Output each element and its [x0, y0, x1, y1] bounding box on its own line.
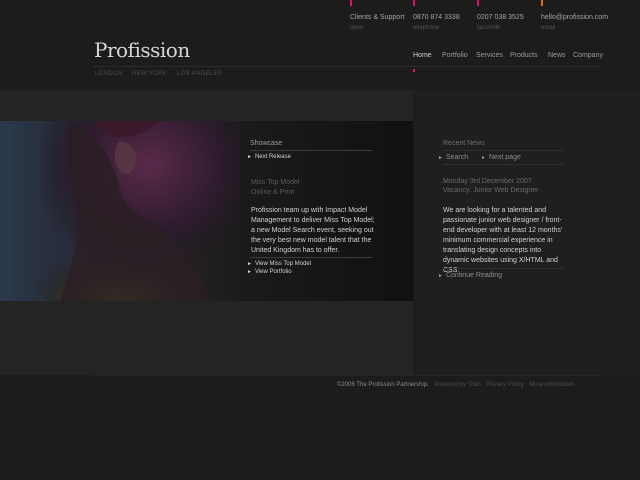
footer-link-more-info[interactable]: More information — [529, 382, 574, 388]
nav-news[interactable]: News — [548, 52, 566, 59]
nav-home[interactable]: Home — [413, 52, 432, 59]
arrow-right-icon: ► — [481, 155, 486, 161]
arrow-right-icon: ► — [438, 155, 443, 161]
contact-marker — [413, 0, 415, 6]
nav-products[interactable]: Products — [510, 52, 538, 59]
contact-value: 0870 874 3338 — [413, 14, 460, 21]
contact-value: Clients & Support — [350, 14, 405, 21]
footer: ©2006 The Profission Partnership. Powere… — [337, 382, 574, 388]
contact-support[interactable]: Clients & Support open — [350, 0, 420, 36]
page: Clients & Support open 0870 874 3338 tel… — [0, 0, 640, 480]
contact-label: open — [350, 25, 364, 31]
header-divider — [94, 66, 602, 67]
news-search-link[interactable]: ► Search — [438, 154, 468, 161]
contact-email[interactable]: hello@profission.com email — [541, 0, 611, 36]
contact-label: email — [541, 25, 556, 31]
news-divider — [443, 150, 563, 151]
contact-facsimile[interactable]: 0207 038 3525 facsimile — [477, 0, 547, 36]
news-title[interactable]: Vacancy: Junior Web Designer — [443, 187, 538, 194]
showcase-divider — [250, 257, 372, 258]
contact-label: telephone — [413, 25, 440, 31]
view-portfolio-link[interactable]: ► View Portfolio — [247, 269, 292, 275]
active-nav-marker — [413, 69, 415, 72]
contact-marker — [350, 0, 352, 6]
site-logo[interactable]: Profission — [94, 38, 190, 62]
news-divider — [443, 268, 563, 269]
showcase-next-label: Next Release — [254, 154, 291, 160]
showcase-divider — [250, 150, 372, 151]
footer-link-privacy[interactable]: Privacy Policy — [486, 382, 523, 388]
model-photo — [0, 121, 240, 301]
showcase-title: Miss Top Model — [251, 179, 300, 186]
link-label: Next page — [488, 154, 521, 161]
showcase-heading: Showcase — [250, 140, 283, 147]
showcase-subtitle: Online & Print — [251, 189, 295, 196]
footer-copyright: ©2006 The Profission Partnership. — [337, 382, 429, 388]
news-date: Monday 3rd December 2007 — [443, 178, 532, 185]
news-next-page-link[interactable]: ► Next page — [481, 154, 521, 161]
nav-portfolio[interactable]: Portfolio — [442, 52, 468, 59]
news-heading: Recent News — [443, 140, 485, 147]
city-new-york: NEW YORK — [132, 71, 167, 77]
view-miss-top-model-link[interactable]: ► View Miss Top Model — [247, 261, 311, 267]
contact-value: hello@profission.com — [541, 14, 609, 21]
showcase-next-link[interactable]: ► Next Release — [247, 154, 291, 160]
nav-services[interactable]: Services — [476, 52, 503, 59]
news-body: We are looking for a talented and passio… — [443, 207, 563, 274]
arrow-right-icon: ► — [247, 269, 252, 275]
news-divider — [443, 164, 563, 165]
contact-marker — [477, 0, 479, 6]
showcase-body: Profission team up with Impact Model Man… — [251, 207, 375, 254]
footer-divider — [94, 375, 602, 376]
city-london: LONDON — [95, 71, 123, 77]
contact-value: 0207 038 3525 — [477, 14, 524, 21]
link-label: Continue Reading — [445, 272, 502, 279]
footer-link-powered[interactable]: Powered by Titan — [434, 382, 480, 388]
contact-label: facsimile — [477, 25, 501, 31]
link-label: View Portfolio — [254, 269, 292, 275]
nav-company[interactable]: Company — [573, 52, 603, 59]
arrow-right-icon: ► — [247, 261, 252, 267]
contact-telephone[interactable]: 0870 874 3338 telephone — [413, 0, 483, 36]
city-los-angeles: LOS ANGELES — [177, 71, 222, 77]
link-label: View Miss Top Model — [254, 261, 312, 267]
arrow-right-icon: ► — [247, 154, 252, 160]
contact-marker — [541, 0, 543, 6]
link-label: Search — [445, 154, 469, 161]
continue-reading-link[interactable]: ► Continue Reading — [438, 272, 502, 279]
arrow-right-icon: ► — [438, 273, 443, 279]
